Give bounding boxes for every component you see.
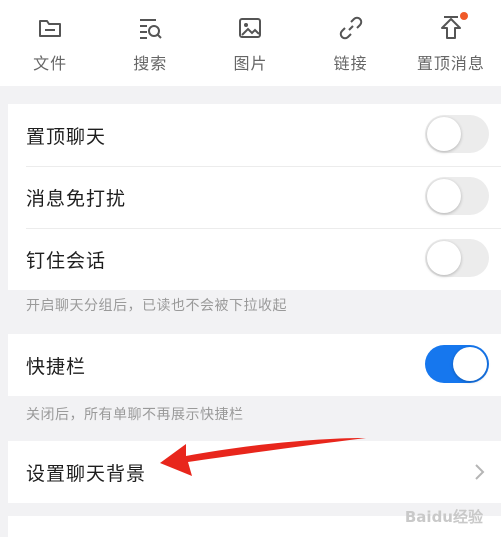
setting-chat-background-label: 设置聊天背景 bbox=[26, 462, 147, 485]
image-icon bbox=[236, 14, 264, 42]
search-list-icon bbox=[136, 14, 164, 42]
folder-icon bbox=[36, 14, 64, 42]
setting-shortcut-bar-label: 快捷栏 bbox=[26, 355, 87, 378]
settings-group-shortcut: 快捷栏 bbox=[8, 334, 501, 396]
shortcut-bar-note: 关闭后，所有单聊不再展示快捷栏 bbox=[26, 407, 244, 423]
toolbar-pinned-messages[interactable]: 置顶消息 bbox=[403, 0, 499, 74]
setting-pin-session: 钉住会话 bbox=[8, 228, 501, 290]
setting-mute: 消息免打扰 bbox=[8, 166, 501, 228]
toggle-knob bbox=[427, 179, 461, 213]
chevron-right-icon bbox=[475, 464, 485, 480]
toolbar-files-label: 文件 bbox=[33, 54, 68, 73]
unread-badge bbox=[459, 12, 468, 20]
toolbar-search[interactable]: 搜索 bbox=[102, 0, 198, 74]
mute-toggle[interactable] bbox=[425, 177, 489, 215]
pin-session-toggle[interactable] bbox=[425, 239, 489, 277]
toggle-knob bbox=[453, 347, 487, 381]
toolbar-links[interactable]: 链接 bbox=[303, 0, 399, 74]
link-icon bbox=[337, 14, 365, 42]
toolbar-search-label: 搜索 bbox=[133, 54, 168, 73]
setting-pin-chat-label: 置顶聊天 bbox=[26, 125, 107, 148]
pin-top-icon bbox=[437, 12, 468, 42]
toggle-knob bbox=[427, 117, 461, 151]
toolbar-links-label: 链接 bbox=[333, 54, 368, 73]
toolbar-images[interactable]: 图片 bbox=[202, 0, 298, 74]
settings-group-background: 设置聊天背景 bbox=[8, 441, 501, 503]
setting-shortcut-bar: 快捷栏 bbox=[8, 334, 501, 396]
setting-mute-label: 消息免打扰 bbox=[26, 187, 127, 210]
setting-chat-background[interactable]: 设置聊天背景 bbox=[8, 441, 501, 503]
setting-pin-session-label: 钉住会话 bbox=[26, 249, 107, 272]
pin-chat-toggle[interactable] bbox=[425, 115, 489, 153]
toolbar-images-label: 图片 bbox=[233, 54, 268, 73]
toggle-knob bbox=[427, 241, 461, 275]
toolbar-files[interactable]: 文件 bbox=[2, 0, 98, 74]
toolbar-pinned-label: 置顶消息 bbox=[416, 54, 485, 73]
chat-toolbar: 文件 搜索 图片 链接 置顶消息 bbox=[0, 0, 501, 86]
pin-session-note: 开启聊天分组后，已读也不会被下拉收起 bbox=[26, 298, 287, 314]
settings-group-pin: 置顶聊天 消息免打扰 钉住会话 bbox=[8, 104, 501, 290]
shortcut-bar-toggle[interactable] bbox=[425, 345, 489, 383]
watermark: Baidu经验 bbox=[404, 508, 483, 526]
setting-pin-chat: 置顶聊天 bbox=[8, 104, 501, 166]
